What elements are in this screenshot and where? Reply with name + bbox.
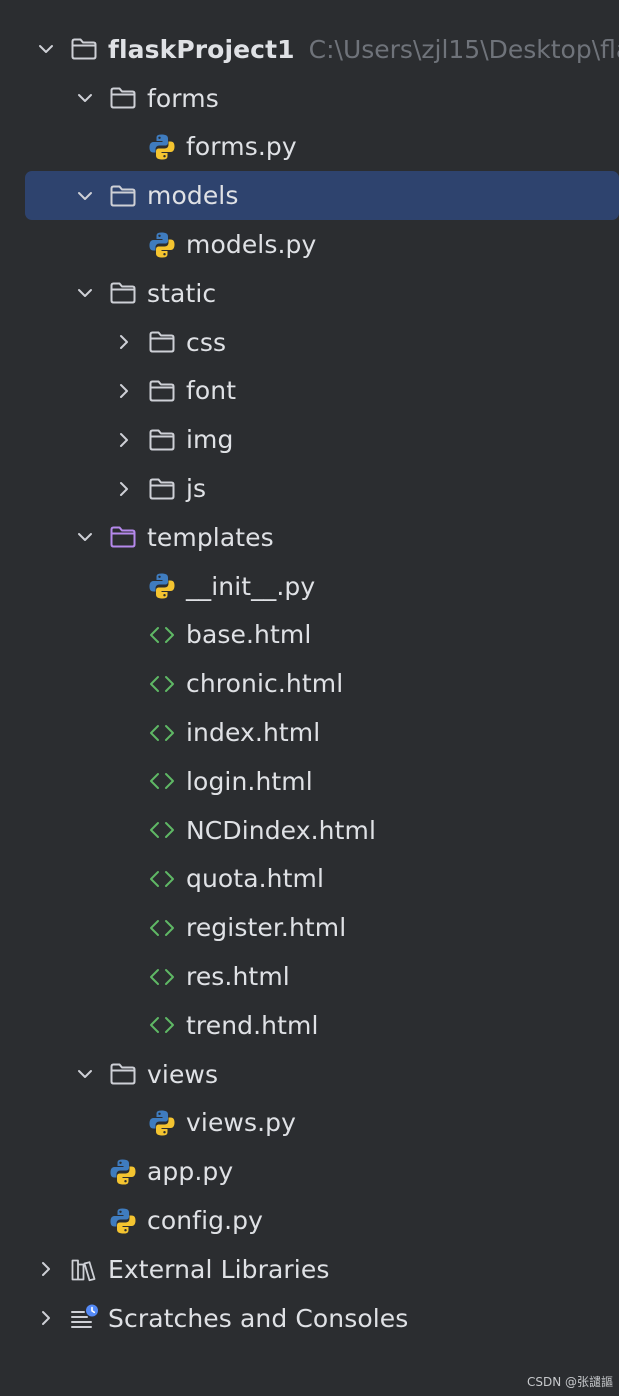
tree-nodes: forms forms.py models models.py static css fon… <box>0 74 619 1245</box>
html-file-icon <box>147 718 177 748</box>
external-libraries-icon <box>69 1254 99 1284</box>
tree-node-label: js <box>186 474 207 504</box>
tree-node-views[interactable]: views <box>0 1050 619 1099</box>
python-file-icon <box>108 1206 138 1236</box>
chevron-down-icon[interactable] <box>34 37 58 61</box>
tree-node-font[interactable]: font <box>0 367 619 416</box>
tree-node-templates[interactable]: templates <box>0 513 619 562</box>
folder-icon <box>147 425 177 455</box>
python-file-icon <box>147 1108 177 1138</box>
tree-node-external-libraries[interactable]: External Libraries <box>0 1245 619 1294</box>
tree-node-label: font <box>186 376 237 406</box>
project-path: C:\Users\zjl15\Desktop\fla <box>308 34 619 64</box>
tree-node-static[interactable]: static <box>0 269 619 318</box>
tree-node-project-root[interactable]: flaskProject1 C:\Users\zjl15\Desktop\fla <box>0 25 619 74</box>
folder-icon <box>108 181 138 211</box>
chevron-right-icon[interactable] <box>34 1306 58 1330</box>
tree-node-label: __init__.py <box>186 571 316 601</box>
chevron-right-icon[interactable] <box>112 428 136 452</box>
tree-node-index-html[interactable]: index.html <box>0 708 619 757</box>
tree-node-scratches-and-consoles[interactable]: Scratches and Consoles <box>0 1294 619 1343</box>
html-file-icon <box>147 1010 177 1040</box>
chevron-right-icon[interactable] <box>112 330 136 354</box>
template-folder-icon <box>108 522 138 552</box>
tree-node-forms[interactable]: forms <box>0 74 619 123</box>
tree-node-label: models.py <box>186 230 317 260</box>
folder-icon <box>69 34 99 64</box>
tree-node-config-py[interactable]: config.py <box>0 1196 619 1245</box>
tree-node-label: base.html <box>186 620 312 650</box>
chevron-right-icon[interactable] <box>112 477 136 501</box>
tree-node-label: quota.html <box>186 864 325 894</box>
tree-node-forms-py[interactable]: forms.py <box>0 123 619 172</box>
folder-icon <box>147 474 177 504</box>
tree-node-trend-html[interactable]: trend.html <box>0 1001 619 1050</box>
html-file-icon <box>147 962 177 992</box>
chevron-down-icon[interactable] <box>73 184 97 208</box>
folder-icon <box>147 327 177 357</box>
project-name: flaskProject1 <box>108 34 295 64</box>
folder-icon <box>108 1059 138 1089</box>
tree-node-login-html[interactable]: login.html <box>0 757 619 806</box>
project-tree: flaskProject1 C:\Users\zjl15\Desktop\fla… <box>0 25 619 1343</box>
tree-node-ncdindex-html[interactable]: NCDindex.html <box>0 806 619 855</box>
tree-node-res-html[interactable]: res.html <box>0 952 619 1001</box>
python-file-icon <box>147 132 177 162</box>
html-file-icon <box>147 864 177 894</box>
folder-icon <box>108 278 138 308</box>
tree-node-label: login.html <box>186 766 313 796</box>
html-file-icon <box>147 669 177 699</box>
tree-node-label: views.py <box>186 1108 297 1138</box>
tree-node-label: config.py <box>147 1206 264 1236</box>
tree-node-base-html[interactable]: base.html <box>0 611 619 660</box>
tree-node-label: Scratches and Consoles <box>108 1303 409 1333</box>
tree-node-label: index.html <box>186 718 321 748</box>
html-file-icon <box>147 913 177 943</box>
tree-node-quota-html[interactable]: quota.html <box>0 855 619 904</box>
tree-node-register-html[interactable]: register.html <box>0 903 619 952</box>
chevron-down-icon[interactable] <box>73 281 97 305</box>
folder-icon <box>108 83 138 113</box>
tree-node-label: forms <box>147 83 219 113</box>
folder-icon <box>147 376 177 406</box>
tree-node-label: static <box>147 278 217 308</box>
tree-node-models-py[interactable]: models.py <box>0 220 619 269</box>
tree-node-img[interactable]: img <box>0 415 619 464</box>
tree-node-init-py[interactable]: __init__.py <box>0 562 619 611</box>
html-file-icon <box>147 620 177 650</box>
python-file-icon <box>108 1157 138 1187</box>
tree-node-label: trend.html <box>186 1010 319 1040</box>
tree-node-label: NCDindex.html <box>186 815 376 845</box>
tree-node-chronic-html[interactable]: chronic.html <box>0 659 619 708</box>
tree-node-models[interactable]: models <box>0 171 619 220</box>
html-file-icon <box>147 815 177 845</box>
tree-node-label: app.py <box>147 1157 234 1187</box>
tree-node-label: res.html <box>186 962 290 992</box>
tree-node-label: forms.py <box>186 132 297 162</box>
html-file-icon <box>147 766 177 796</box>
tree-node-css[interactable]: css <box>0 318 619 367</box>
python-file-icon <box>147 571 177 601</box>
tree-node-js[interactable]: js <box>0 464 619 513</box>
chevron-down-icon[interactable] <box>73 86 97 110</box>
python-file-icon <box>147 230 177 260</box>
tree-node-views-py[interactable]: views.py <box>0 1099 619 1148</box>
chevron-right-icon[interactable] <box>112 379 136 403</box>
tree-node-label: css <box>186 327 227 357</box>
tree-node-label: models <box>147 181 239 211</box>
tree-node-app-py[interactable]: app.py <box>0 1147 619 1196</box>
tree-node-label: templates <box>147 522 274 552</box>
tree-bottom-items: External Libraries Scratches and Consoles <box>0 1245 619 1343</box>
tree-node-label: chronic.html <box>186 669 344 699</box>
tree-node-label: register.html <box>186 913 347 943</box>
tree-node-label: img <box>186 425 234 455</box>
chevron-right-icon[interactable] <box>34 1257 58 1281</box>
tree-node-label: views <box>147 1059 219 1089</box>
chevron-down-icon[interactable] <box>73 525 97 549</box>
chevron-down-icon[interactable] <box>73 1062 97 1086</box>
watermark: CSDN @张譴謳 <box>526 1375 613 1389</box>
tree-node-label: External Libraries <box>108 1254 330 1284</box>
scratches-consoles-icon <box>69 1303 99 1333</box>
